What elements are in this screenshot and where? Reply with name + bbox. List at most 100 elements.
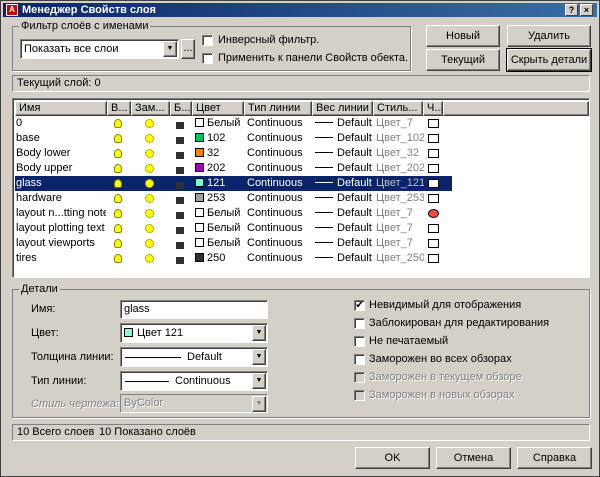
layer-name: Body lower bbox=[16, 147, 71, 159]
table-row[interactable]: 0 Белый Continuous Default Цвет_7 bbox=[15, 116, 452, 131]
col-lock[interactable]: Б... bbox=[170, 101, 192, 116]
window-title: Менеджер Свойств слоя bbox=[22, 4, 156, 16]
layer-lineweight[interactable]: Default bbox=[313, 206, 373, 221]
layer-state-checkbox bbox=[354, 390, 365, 401]
invert-filter-checkbox[interactable] bbox=[202, 35, 213, 46]
col-linetype[interactable]: Тип линии bbox=[244, 101, 312, 116]
chevron-down-icon[interactable]: ▼ bbox=[252, 325, 266, 341]
chevron-down-icon: ▼ bbox=[252, 396, 266, 412]
lock-open-icon[interactable] bbox=[176, 254, 188, 269]
table-row[interactable]: hardware 253 Continuous Default Цвет_253 bbox=[15, 191, 452, 206]
layer-color[interactable]: Белый bbox=[195, 116, 243, 131]
table-row[interactable]: layout viewports Белый Continuous Default Цв… bbox=[15, 236, 452, 251]
sun-icon[interactable] bbox=[145, 253, 157, 268]
col-freeze[interactable]: Зам... bbox=[131, 101, 170, 116]
chevron-down-icon[interactable]: ▼ bbox=[252, 349, 266, 365]
col-plot[interactable]: Ч... bbox=[423, 101, 443, 116]
table-row[interactable]: layout n...tting notes Белый Continuous Def… bbox=[15, 206, 452, 221]
layer-state-label: Невидимый для отображения bbox=[369, 299, 522, 311]
layer-name: Body upper bbox=[16, 162, 73, 174]
layer-linetype[interactable]: Continuous bbox=[247, 251, 311, 266]
layer-state-label: Не печатаемый bbox=[369, 335, 449, 347]
layer-color[interactable]: 121 bbox=[195, 176, 243, 191]
new-layer-button[interactable]: Новый bbox=[426, 25, 500, 47]
layer-state-checkbox[interactable] bbox=[354, 318, 365, 329]
filter-group-title: Фильтр слоёв с именами bbox=[19, 20, 151, 32]
layer-plotstyle: Цвет_7 bbox=[376, 207, 413, 219]
help-title-button[interactable]: ? bbox=[565, 4, 578, 16]
layer-state-checkbox[interactable] bbox=[354, 354, 365, 365]
chevron-down-icon[interactable]: ▼ bbox=[252, 373, 266, 389]
layer-linetype[interactable]: Continuous bbox=[247, 206, 311, 221]
close-title-button[interactable]: × bbox=[580, 4, 593, 16]
linetype-sample bbox=[125, 381, 169, 382]
help-button[interactable]: Справка bbox=[517, 447, 592, 469]
col-color[interactable]: Цвет bbox=[192, 101, 244, 116]
layer-linetype[interactable]: Continuous bbox=[247, 116, 311, 131]
layer-color[interactable]: Белый bbox=[195, 221, 243, 236]
table-row[interactable]: tires 250 Continuous Default Цвет_250 bbox=[15, 251, 452, 266]
table-row[interactable]: glass 121 Continuous Default Цвет_121 bbox=[15, 176, 452, 191]
printer-icon[interactable] bbox=[428, 253, 442, 268]
layer-color[interactable]: 32 bbox=[195, 146, 243, 161]
layer-linetype[interactable]: Continuous bbox=[247, 191, 311, 206]
filter-more-button[interactable]: ... bbox=[181, 39, 195, 59]
color-select-value: Цвет 121 bbox=[137, 327, 184, 339]
shown-layers-text: 10 Показано слоёв bbox=[99, 426, 196, 438]
layer-linetype[interactable]: Continuous bbox=[247, 221, 311, 236]
layer-lineweight[interactable]: Default bbox=[313, 161, 373, 176]
name-input[interactable]: glass bbox=[120, 300, 268, 319]
table-row[interactable]: Body upper 202 Continuous Default Цвет_202 bbox=[15, 161, 452, 176]
layer-lineweight[interactable]: Default bbox=[313, 251, 373, 266]
layer-name: tires bbox=[16, 252, 37, 264]
current-layer-bar: Текущий слой: 0 bbox=[12, 75, 590, 92]
linetype-select[interactable]: Continuous ▼ bbox=[120, 371, 268, 391]
layer-color[interactable]: 250 bbox=[195, 251, 243, 266]
lineweight-sample bbox=[125, 357, 181, 358]
layer-linetype[interactable]: Continuous bbox=[247, 236, 311, 251]
filter-group: Фильтр слоёв с именами Показать все слои… bbox=[12, 20, 411, 71]
filter-combo[interactable]: Показать все слои ▼ bbox=[20, 39, 179, 59]
cancel-button[interactable]: Отмена bbox=[436, 447, 511, 469]
layer-state-checkbox[interactable] bbox=[354, 336, 365, 347]
table-row[interactable]: base 102 Continuous Default Цвет_102 bbox=[15, 131, 452, 146]
col-on[interactable]: В... bbox=[107, 101, 131, 116]
filter-combo-value: Показать все слои bbox=[24, 43, 119, 55]
table-row[interactable]: Body lower 32 Continuous Default Цвет_32 bbox=[15, 146, 452, 161]
layer-color[interactable]: 253 bbox=[195, 191, 243, 206]
layer-color[interactable]: Белый bbox=[195, 206, 243, 221]
plotstyle-select-value: ByColor bbox=[124, 397, 164, 409]
hide-details-button[interactable]: Скрыть детали bbox=[506, 48, 592, 72]
apply-filter-label: Применить к панели Свойств обекта. bbox=[218, 52, 409, 64]
layer-linetype[interactable]: Continuous bbox=[247, 146, 311, 161]
color-select[interactable]: Цвет 121 ▼ bbox=[120, 323, 268, 343]
col-name[interactable]: Имя bbox=[15, 101, 107, 116]
layer-lineweight[interactable]: Default bbox=[313, 131, 373, 146]
col-lineweight[interactable]: Вес линии bbox=[312, 101, 373, 116]
lineweight-select[interactable]: Default ▼ bbox=[120, 347, 268, 367]
layer-lineweight[interactable]: Default bbox=[313, 191, 373, 206]
delete-layer-button[interactable]: Удалить bbox=[507, 25, 591, 47]
layer-linetype[interactable]: Continuous bbox=[247, 161, 311, 176]
layer-lineweight[interactable]: Default bbox=[313, 176, 373, 191]
layer-name: layout n...tting notes bbox=[16, 207, 106, 219]
layer-color[interactable]: 202 bbox=[195, 161, 243, 176]
layer-lineweight[interactable]: Default bbox=[313, 146, 373, 161]
layer-color[interactable]: 102 bbox=[195, 131, 243, 146]
ok-button[interactable]: OK bbox=[355, 447, 430, 469]
layer-state-checkbox[interactable]: ✔ bbox=[354, 300, 365, 311]
layer-name: layout viewports bbox=[16, 237, 95, 249]
layer-lineweight[interactable]: Default bbox=[313, 116, 373, 131]
col-plotstyle[interactable]: Стиль... bbox=[373, 101, 423, 116]
set-current-button[interactable]: Текущий bbox=[426, 49, 500, 71]
layer-state-label: Заблокирован для редактирования bbox=[369, 317, 550, 329]
layer-linetype[interactable]: Continuous bbox=[247, 131, 311, 146]
layer-lineweight[interactable]: Default bbox=[313, 221, 373, 236]
layer-color[interactable]: Белый bbox=[195, 236, 243, 251]
layer-linetype[interactable]: Continuous bbox=[247, 176, 311, 191]
layer-lineweight[interactable]: Default bbox=[313, 236, 373, 251]
table-row[interactable]: layout plotting text Белый Continuous Defau… bbox=[15, 221, 452, 236]
apply-filter-checkbox[interactable] bbox=[202, 53, 213, 64]
lightbulb-icon[interactable] bbox=[114, 253, 126, 268]
chevron-down-icon[interactable]: ▼ bbox=[163, 41, 177, 57]
